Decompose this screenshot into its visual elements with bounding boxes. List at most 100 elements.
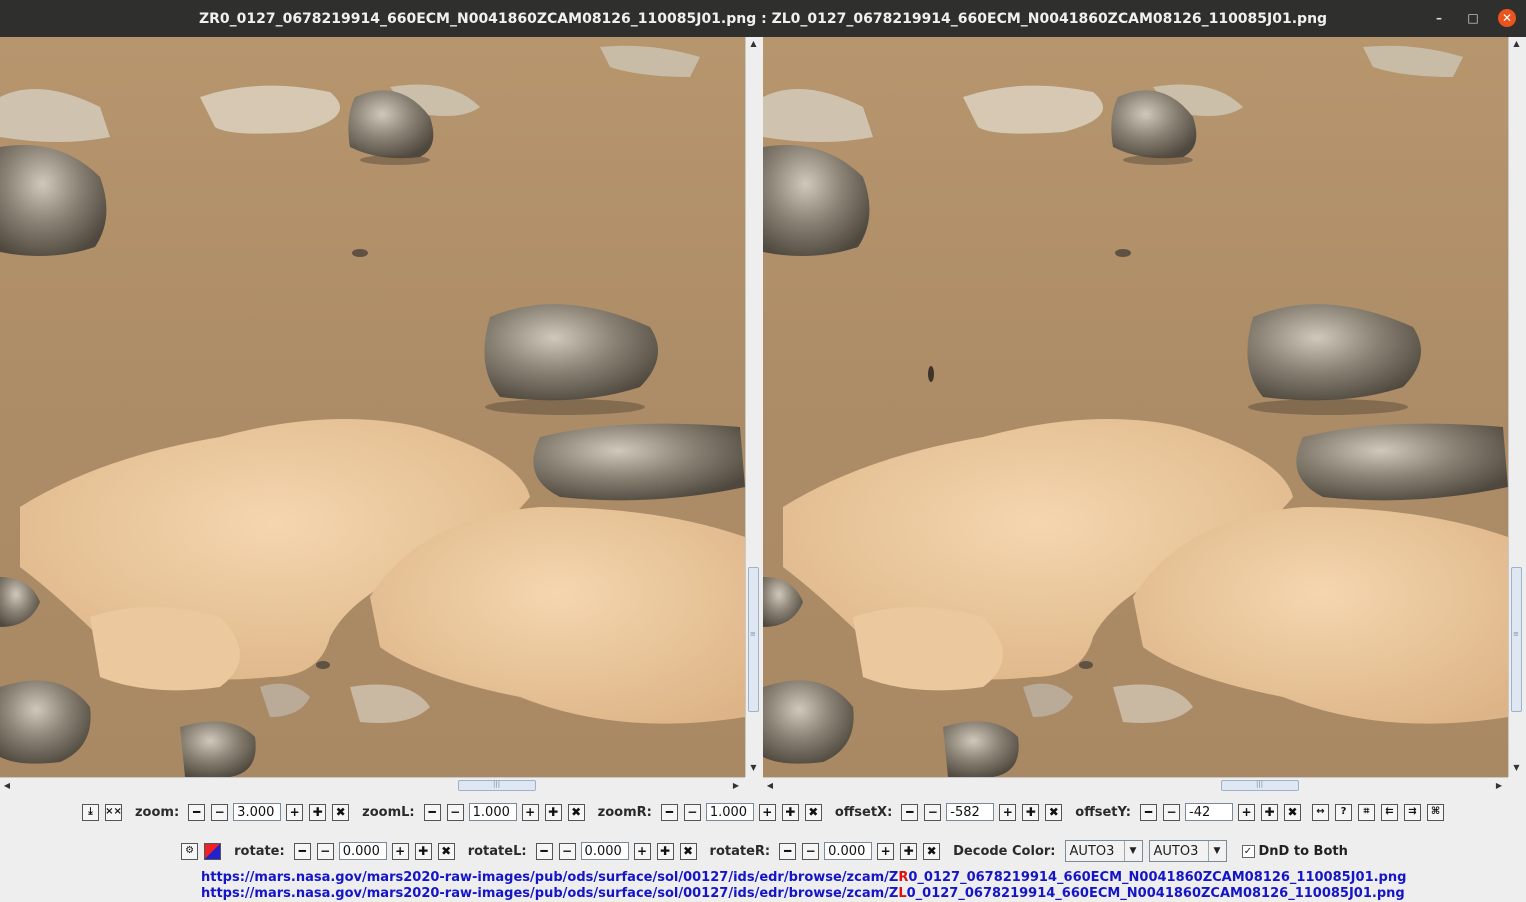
offsetY-input[interactable]: -42 — [1185, 803, 1233, 821]
rotateR-input[interactable]: 0.000 — [824, 842, 873, 860]
rotateL-label: rotateL: — [467, 843, 527, 859]
save-icon[interactable]: ⤓ — [81, 803, 99, 821]
offsetY-label: offsetY: — [1075, 804, 1131, 820]
decode-color-right-select[interactable]: AUTO3 ▼ — [1148, 840, 1227, 862]
rotateR-increase-large-button[interactable]: ✚ — [900, 842, 918, 860]
center-icon[interactable]: ⌘ — [1427, 803, 1444, 821]
left-align-icon[interactable]: ⇇ — [1381, 803, 1398, 821]
zoomR-input[interactable]: 1.000 — [705, 803, 754, 821]
fit-icon[interactable]: ⌗ — [1358, 803, 1375, 821]
offsetX-reset-button[interactable]: ✖ — [1045, 803, 1063, 821]
scroll-down-icon[interactable]: ▼ — [746, 761, 761, 775]
rotateR-increase-button[interactable]: + — [877, 842, 895, 860]
rotateL-reset-button[interactable]: ✖ — [679, 842, 697, 860]
left-vertical-scrollbar[interactable]: ▲ ≡ ▼ — [745, 37, 761, 777]
rotateL-increase-button[interactable]: + — [633, 842, 651, 860]
zoomL-increase-button[interactable]: + — [521, 803, 539, 821]
rotateL-decrease-large-button[interactable]: ━ — [535, 842, 553, 860]
zoom-increase-large-button[interactable]: ✚ — [309, 803, 327, 821]
offsetY-reset-button[interactable]: ✖ — [1284, 803, 1301, 821]
zoom-increase-button[interactable]: + — [286, 803, 304, 821]
offsetX-decrease-large-button[interactable]: ━ — [901, 803, 919, 821]
rotateL-input[interactable]: 0.000 — [580, 842, 629, 860]
scroll-down-icon[interactable]: ▼ — [1509, 761, 1524, 775]
offsetY-decrease-large-button[interactable]: ━ — [1140, 803, 1157, 821]
zoom-input[interactable]: 3.000 — [233, 803, 282, 821]
decode-color-left-select[interactable]: AUTO3 ▼ — [1064, 840, 1143, 862]
rotate-increase-large-button[interactable]: ✚ — [414, 842, 432, 860]
left-image-link[interactable]: https://mars.nasa.gov/mars2020-raw-image… — [201, 886, 1406, 902]
rotateR-decrease-large-button[interactable]: ━ — [779, 842, 797, 860]
left-mars-image — [0, 37, 745, 777]
rotateR-label: rotateR: — [709, 843, 771, 859]
window-title: ZR0_0127_0678219914_660ECM_N0041860ZCAM0… — [198, 10, 1328, 27]
scroll-up-icon[interactable]: ▲ — [746, 37, 761, 51]
rotate-decrease-button[interactable]: − — [316, 842, 334, 860]
image-url-list: https://mars.nasa.gov/mars2020-raw-image… — [201, 870, 1406, 902]
offsetX-increase-large-button[interactable]: ✚ — [1022, 803, 1040, 821]
zoomR-decrease-large-button[interactable]: ━ — [660, 803, 678, 821]
zoomR-decrease-button[interactable]: − — [683, 803, 701, 821]
scroll-right-icon[interactable]: ▶ — [1492, 778, 1506, 793]
right-align-icon[interactable]: ⇉ — [1404, 803, 1421, 821]
title-bar: ZR0_0127_0678219914_660ECM_N0041860ZCAM0… — [0, 0, 1526, 37]
zoom-reset-button[interactable]: ✖ — [332, 803, 350, 821]
offsetY-increase-button[interactable]: + — [1238, 803, 1255, 821]
chevron-down-icon: ▼ — [1207, 841, 1226, 861]
dnd-both-checkbox[interactable]: ✓ — [1241, 844, 1255, 858]
right-mars-image — [763, 37, 1508, 777]
color-icon[interactable]: ■ — [204, 842, 222, 860]
rotate-label: rotate: — [234, 843, 285, 859]
right-image-link[interactable]: https://mars.nasa.gov/mars2020-raw-image… — [201, 870, 1406, 886]
zoomL-input[interactable]: 1.000 — [468, 803, 517, 821]
offsetX-increase-button[interactable]: + — [999, 803, 1017, 821]
close-button[interactable]: ✕ — [1498, 9, 1516, 27]
rotate-decrease-large-button[interactable]: ━ — [293, 842, 311, 860]
offsetY-decrease-button[interactable]: − — [1163, 803, 1180, 821]
scroll-right-icon[interactable]: ▶ — [729, 778, 743, 793]
left-horizontal-scrollbar[interactable]: ◀ ||| ▶ — [0, 777, 745, 793]
rotateL-increase-large-button[interactable]: ✚ — [656, 842, 674, 860]
right-image-pane[interactable] — [763, 37, 1508, 777]
scroll-left-icon[interactable]: ◀ — [0, 778, 14, 793]
rotateR-reset-button[interactable]: ✖ — [923, 842, 941, 860]
settings-gear-icon[interactable]: ⚙ — [181, 842, 199, 860]
minimize-button[interactable]: – — [1430, 9, 1448, 27]
offsetX-input[interactable]: -582 — [946, 803, 995, 821]
maximize-button[interactable]: □ — [1464, 9, 1482, 27]
rotate-increase-button[interactable]: + — [391, 842, 409, 860]
scroll-up-icon[interactable]: ▲ — [1509, 37, 1524, 51]
zoomL-label: zoomL: — [362, 804, 415, 820]
right-horizontal-scrollbar[interactable]: ◀ ||| ▶ — [763, 777, 1508, 793]
scroll-thumb[interactable] — [748, 567, 759, 712]
rotateR-decrease-button[interactable]: − — [802, 842, 820, 860]
right-vertical-scrollbar[interactable]: ▲ ≡ ▼ — [1508, 37, 1524, 777]
offsetX-decrease-button[interactable]: − — [924, 803, 942, 821]
rotate-reset-button[interactable]: ✖ — [437, 842, 455, 860]
zoom-decrease-large-button[interactable]: ━ — [188, 803, 206, 821]
decode-color-label: Decode Color: — [953, 843, 1056, 859]
help-icon[interactable]: ? — [1335, 803, 1352, 821]
scroll-thumb[interactable] — [1511, 567, 1522, 712]
rotateL-decrease-button[interactable]: − — [558, 842, 576, 860]
zoomL-increase-large-button[interactable]: ✚ — [544, 803, 562, 821]
swap-icon[interactable]: ×× — [104, 803, 122, 821]
dnd-both-label: DnD to Both — [1258, 843, 1348, 859]
zoom-decrease-button[interactable]: − — [211, 803, 229, 821]
offsetX-label: offsetX: — [834, 804, 893, 820]
scroll-left-icon[interactable]: ◀ — [763, 778, 777, 793]
decode-left-value: AUTO3 — [1069, 843, 1115, 859]
offsetY-increase-large-button[interactable]: ✚ — [1261, 803, 1278, 821]
zoomR-increase-button[interactable]: + — [758, 803, 776, 821]
rotate-input[interactable]: 0.000 — [338, 842, 387, 860]
chevron-down-icon: ▼ — [1123, 841, 1142, 861]
zoom-label: zoom: — [134, 804, 180, 820]
zoomR-reset-button[interactable]: ✖ — [804, 803, 822, 821]
zoomL-decrease-button[interactable]: − — [446, 803, 464, 821]
zoom-offset-toolbar: ⤓ ×× zoom: ━ − 3.000 + ✚ ✖ zoomL: ━ − 1.… — [0, 800, 1526, 824]
zoomL-reset-button[interactable]: ✖ — [567, 803, 585, 821]
left-image-pane[interactable] — [0, 37, 745, 777]
zoomL-decrease-large-button[interactable]: ━ — [423, 803, 441, 821]
zoomR-increase-large-button[interactable]: ✚ — [781, 803, 799, 821]
swap-horizontal-icon[interactable]: ↔ — [1312, 803, 1329, 821]
